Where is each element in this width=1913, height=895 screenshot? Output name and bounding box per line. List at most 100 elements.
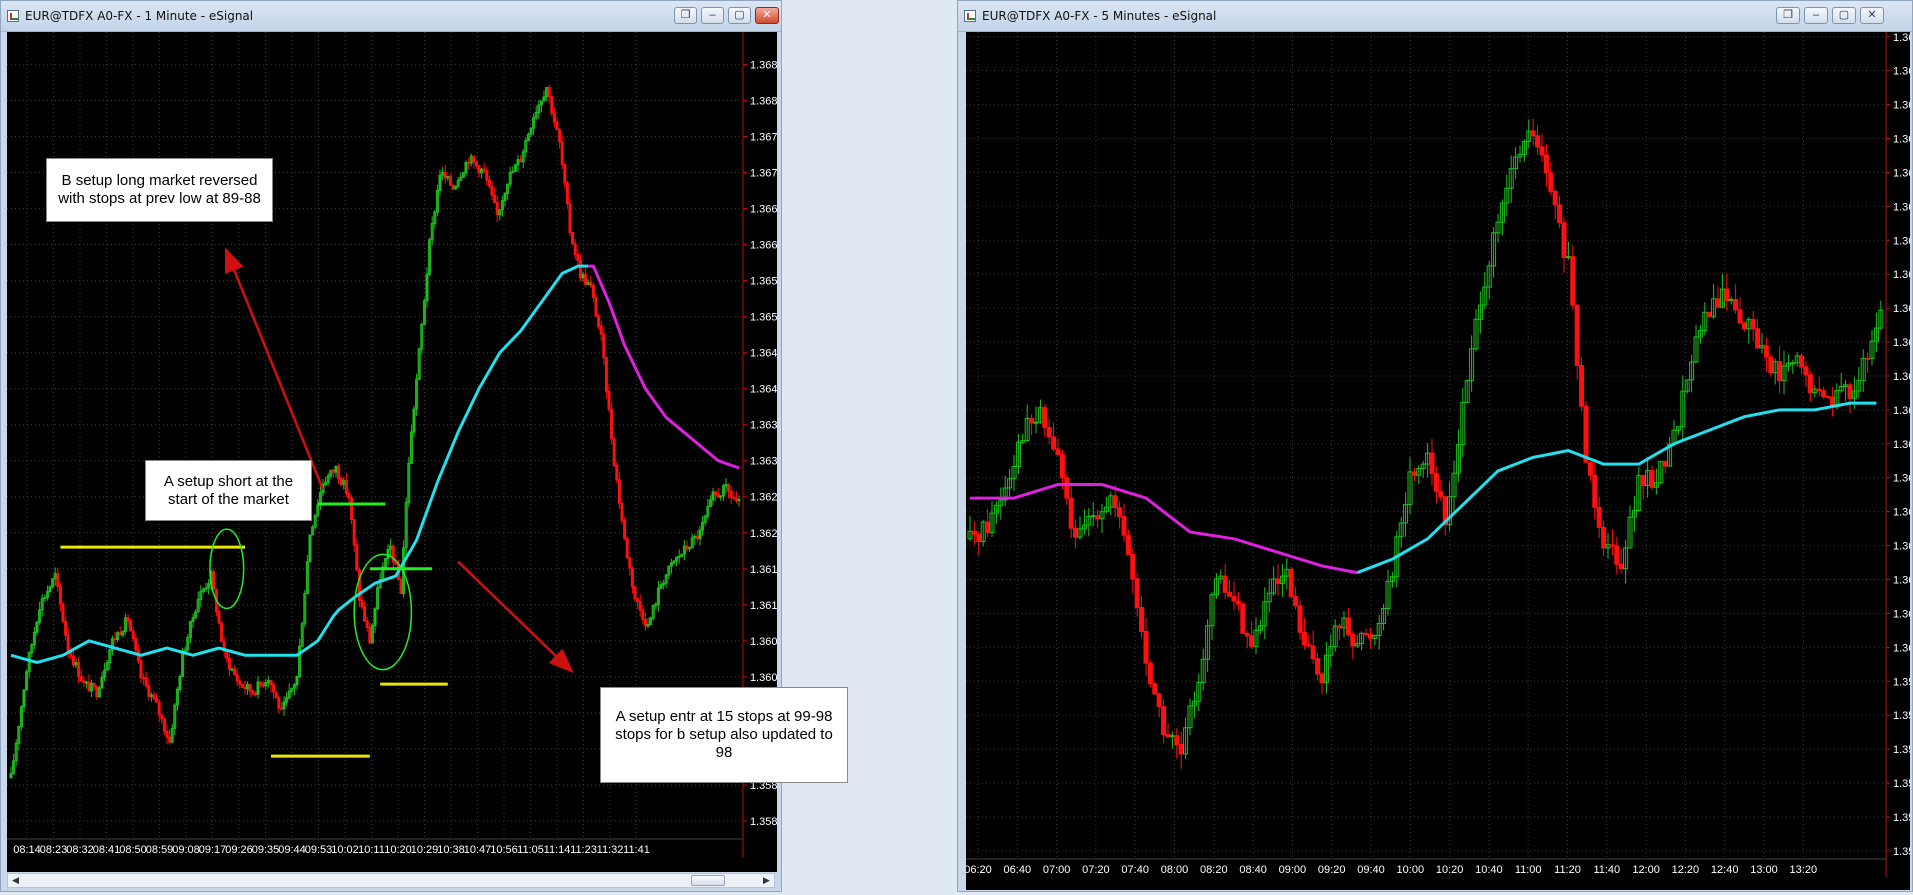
candlestick-chart-5min[interactable]: 1.3570 1.3575 1.3580 1.3585 1.3590 1.3595 1.36…: [964, 32, 1913, 890]
candle-body: [82, 680, 86, 683]
candle-body: [1042, 407, 1048, 429]
link-window-button[interactable]: ❐: [1776, 7, 1800, 24]
price-tick-label: 1.3570: [1893, 846, 1910, 858]
candle-body: [1601, 526, 1607, 549]
candle-body: [1112, 495, 1118, 509]
grid-lines: [966, 32, 1886, 859]
candle-body: [737, 499, 741, 502]
price-tick-label: 1.3610: [1893, 574, 1910, 586]
candle-body: [1411, 471, 1417, 476]
candle-body: [1535, 135, 1541, 148]
candle-body: [368, 626, 372, 644]
candle-body: [1073, 527, 1079, 538]
candle-body: [147, 685, 151, 697]
time-tick-label: 08:40: [1239, 864, 1267, 876]
maximize-button[interactable]: ▢: [728, 7, 751, 24]
candle-body: [1587, 461, 1593, 476]
candle-body: [1737, 309, 1743, 324]
candle-body: [971, 530, 977, 535]
candle-body: [1539, 146, 1545, 156]
time-tick-label: 07:00: [1043, 864, 1071, 876]
candle-body: [58, 585, 62, 605]
candle-body: [1662, 460, 1668, 467]
candle-body: [1706, 311, 1712, 317]
candle-body: [558, 129, 562, 143]
maximize-icon: ▢: [734, 9, 745, 21]
scroll-left-arrow-icon[interactable]: ◀: [8, 874, 23, 887]
candle-body: [56, 573, 60, 587]
candle-body: [79, 676, 83, 682]
maximize-button[interactable]: ▢: [1832, 7, 1856, 24]
candle-body: [584, 273, 588, 285]
candle-body: [1609, 544, 1615, 547]
price-tick-label: 1.3620: [750, 528, 777, 540]
candle-body: [550, 96, 554, 114]
candle-body: [233, 668, 237, 675]
esignal-app-icon: [7, 10, 19, 22]
price-tick-label: 1.3680: [1893, 100, 1910, 112]
time-tick-label: 10:02: [331, 844, 359, 856]
annotation-b-setup: B setup long market reversed with stops …: [46, 158, 273, 222]
candle-body: [165, 730, 169, 738]
candle-body: [555, 121, 559, 131]
candle-body: [443, 171, 447, 179]
time-tick-label: 08:00: [1161, 864, 1189, 876]
candle-body: [602, 333, 606, 359]
price-tick-label: 1.3595: [1893, 676, 1910, 688]
candle-body: [685, 545, 689, 550]
candle-body: [612, 438, 616, 467]
candle-body: [168, 736, 172, 743]
link-window-button[interactable]: ❐: [674, 7, 697, 24]
window-title: EUR@TDFX A0-FX - 1 Minute - eSignal: [25, 9, 254, 23]
price-chart-panel[interactable]: 1.3570 1.3575 1.3580 1.3585 1.3590 1.3595 1.36…: [964, 32, 1913, 890]
candle-body: [1227, 591, 1233, 597]
candle-body: [152, 694, 156, 699]
time-tick-label: 11:05: [517, 844, 544, 856]
candle-body: [976, 533, 982, 542]
close-button[interactable]: ✕: [1860, 7, 1884, 24]
candle-body: [64, 621, 68, 636]
candle-body: [597, 315, 601, 327]
candle-body: [1557, 204, 1563, 224]
time-tick-label: 12:00: [1632, 864, 1660, 876]
time-tick-label: 07:40: [1121, 864, 1149, 876]
time-tick-label: 11:32: [597, 844, 624, 856]
candle-body: [1293, 595, 1299, 607]
price-tick-label: 1.3645: [1893, 337, 1910, 349]
time-tick-label: 10:20: [384, 844, 412, 856]
close-button[interactable]: ✕: [755, 7, 779, 24]
scroll-right-arrow-icon[interactable]: ▶: [759, 874, 774, 887]
horizontal-scrollbar[interactable]: ◀ ▶: [7, 873, 775, 888]
minimize-button[interactable]: –: [1804, 7, 1828, 24]
candle-body: [1156, 693, 1162, 708]
title-bar[interactable]: EUR@TDFX A0-FX - 1 Minute - eSignal ❐ – …: [1, 1, 781, 32]
candle-body: [467, 161, 471, 164]
candle-body: [126, 617, 130, 622]
candle-body: [1799, 355, 1805, 368]
price-tick-label: 1.3675: [750, 131, 777, 143]
candle-body: [1275, 578, 1281, 585]
candle-body: [643, 619, 647, 627]
candle-body: [1614, 545, 1620, 565]
time-tick-label: 06:40: [1004, 864, 1032, 876]
minimize-button[interactable]: –: [701, 7, 724, 24]
price-tick-label: 1.3630: [750, 456, 777, 468]
candle-body: [1301, 631, 1307, 646]
candle-body: [573, 243, 577, 255]
candle-body: [92, 682, 96, 688]
scroll-thumb[interactable]: [691, 875, 725, 886]
candle-body: [212, 571, 216, 590]
candle-body: [1561, 222, 1567, 259]
candle-body: [547, 86, 551, 98]
candle-body: [1618, 563, 1624, 570]
candle-body: [633, 586, 637, 600]
title-bar[interactable]: EUR@TDFX A0-FX - 5 Minutes - eSignal ❐ –…: [958, 1, 1912, 32]
candle-body: [337, 465, 341, 479]
candle-body: [1068, 497, 1074, 529]
candle-body: [1543, 154, 1549, 174]
candle-body: [87, 681, 91, 692]
candle-body: [399, 578, 403, 595]
candle-body: [677, 555, 681, 558]
close-icon: ✕: [1867, 9, 1877, 21]
time-tick-label: 11:00: [1515, 864, 1542, 876]
